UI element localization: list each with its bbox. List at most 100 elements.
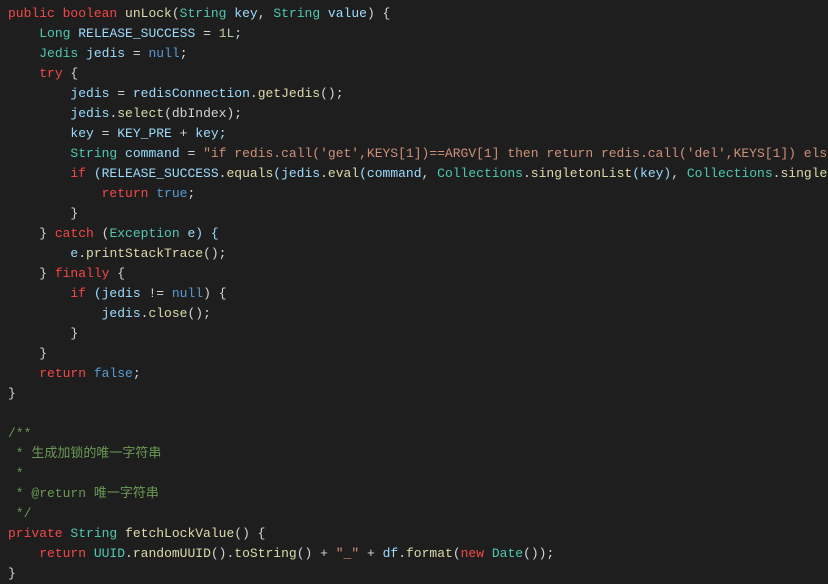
code-token: redisConnection — [125, 86, 250, 101]
code-token: printStackTrace — [86, 246, 203, 261]
code-token: ; — [133, 366, 141, 381]
code-token: unLock — [125, 6, 172, 21]
code-token: + — [367, 546, 375, 561]
code-token: Exception — [109, 226, 179, 241]
code-line: e.printStackTrace(); — [8, 244, 828, 264]
code-token: String — [180, 6, 227, 21]
code-token: 1L — [219, 26, 235, 41]
code-token: private — [8, 526, 63, 541]
code-token: return — [39, 366, 86, 381]
code-token: (); — [203, 246, 226, 261]
code-token: } — [39, 266, 55, 281]
code-token: Long — [39, 26, 70, 41]
code-token: != — [148, 286, 164, 301]
code-token: String — [70, 526, 117, 541]
code-token: ( — [453, 546, 461, 561]
code-token: String — [70, 146, 117, 161]
code-token: toString — [234, 546, 296, 561]
code-token — [195, 146, 203, 161]
code-token: , — [422, 166, 438, 181]
code-token: . — [125, 546, 133, 561]
code-token: RELEASE_SUCCESS — [70, 26, 203, 41]
code-line: if (RELEASE_SUCCESS.equals(jedis.eval(co… — [8, 164, 828, 184]
code-token: jedis — [70, 106, 109, 121]
code-line: String command = "if redis.call('get',KE… — [8, 144, 828, 164]
code-line: } — [8, 384, 828, 404]
code-line: jedis = redisConnection.getJedis(); — [8, 84, 828, 104]
code-line: if (jedis != null) { — [8, 284, 828, 304]
code-token: . — [250, 86, 258, 101]
code-line: } — [8, 204, 828, 224]
code-line: return UUID.randomUUID().toString() + "_… — [8, 544, 828, 564]
code-token: eval — [328, 166, 359, 181]
code-line: } catch (Exception e) { — [8, 224, 828, 244]
code-token — [55, 6, 63, 21]
code-token: ()); — [523, 546, 554, 561]
code-token: } — [70, 206, 78, 221]
code-token: = — [117, 86, 125, 101]
code-token: "_" — [336, 546, 359, 561]
code-token: return — [102, 186, 149, 201]
code-token: ; — [187, 186, 195, 201]
code-token: */ — [8, 506, 31, 521]
code-line: jedis.close(); — [8, 304, 828, 324]
code-token: * 生成加锁的唯一字符串 — [8, 446, 161, 461]
code-token: key; — [187, 126, 226, 141]
code-token: = — [203, 26, 211, 41]
code-token: String — [273, 6, 320, 21]
code-line: return true; — [8, 184, 828, 204]
code-token: () — [297, 546, 320, 561]
code-token: if — [70, 166, 86, 181]
code-token: /** — [8, 426, 31, 441]
code-token: ( — [94, 226, 110, 241]
code-token: . — [78, 246, 86, 261]
code-token: Jedis — [39, 46, 78, 61]
code-token: select — [117, 106, 164, 121]
code-token: , — [258, 6, 274, 21]
code-token: jedis — [78, 46, 133, 61]
code-token: boolean — [63, 6, 118, 21]
code-token: null — [172, 286, 203, 301]
code-token: key — [226, 6, 257, 21]
code-token: . — [523, 166, 531, 181]
code-token: () { — [234, 526, 265, 541]
code-token: , — [671, 166, 687, 181]
code-token: finally — [55, 266, 110, 281]
code-token: ; — [180, 46, 188, 61]
code-editor[interactable]: public boolean unLock ( String key, String… — [8, 4, 828, 584]
code-token: randomUUID — [133, 546, 211, 561]
code-token: (jedis — [273, 166, 320, 181]
code-token — [164, 286, 172, 301]
code-token: if — [70, 286, 86, 301]
code-token: try — [39, 66, 62, 81]
code-token — [484, 546, 492, 561]
code-line: * 生成加锁的唯一字符串 — [8, 444, 828, 464]
code-token: command — [117, 146, 187, 161]
code-token: Collections — [437, 166, 523, 181]
code-token: format — [406, 546, 453, 561]
code-token — [359, 546, 367, 561]
code-token — [86, 366, 94, 381]
code-token — [328, 546, 336, 561]
code-token: * @return 唯一字符串 — [8, 486, 159, 501]
code-token: } — [39, 226, 55, 241]
code-token — [117, 6, 125, 21]
code-token: public — [8, 6, 55, 21]
code-line: /** — [8, 424, 828, 444]
code-line: } — [8, 344, 828, 364]
code-token: e) { — [180, 226, 219, 241]
code-token: Date — [492, 546, 523, 561]
code-line: public boolean unLock(String key, String… — [8, 4, 828, 24]
code-token: Collections — [687, 166, 773, 181]
code-token: + — [320, 546, 328, 561]
code-token: ) { — [367, 6, 390, 21]
code-token: = — [133, 46, 141, 61]
code-token: key — [70, 126, 101, 141]
code-token: true — [156, 186, 187, 201]
code-line: } — [8, 564, 828, 584]
code-line: * — [8, 464, 828, 484]
code-token: (RELEASE_SUCCESS — [86, 166, 219, 181]
code-token: value — [320, 6, 367, 21]
code-token: (); — [187, 306, 210, 321]
code-token: . — [398, 546, 406, 561]
